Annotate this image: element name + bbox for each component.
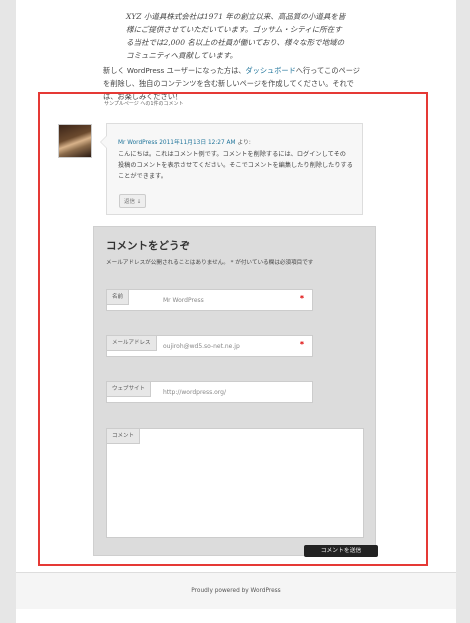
comment-body: こんにちは。これはコメント例です。コメントを削除するには、ログインしてその 投稿… <box>118 151 353 180</box>
email-field-value: oujiroh@wd5.so-net.ne.jp <box>163 343 240 350</box>
website-field[interactable]: ウェブサイト http://wordpress.org/ <box>106 381 313 403</box>
comment-item: Mr WordPress 2011年11月13日 12:27 AM より: こん… <box>100 123 363 215</box>
email-field-label: メールアドレス <box>107 336 157 351</box>
comments-title: サンプルページ への1件のコメント <box>104 101 184 107</box>
comment-form: コメントをどうぞ メールアドレスが公開されることはありません。 * が付いている… <box>93 226 376 556</box>
name-field-value: Mr WordPress <box>163 297 204 304</box>
site-footer: Proudly powered by WordPress <box>16 572 456 609</box>
form-note: メールアドレスが公開されることはありません。 * が付いている欄は必須項目です <box>106 260 314 266</box>
required-icon: * <box>299 294 304 303</box>
submit-comment-button[interactable]: コメントを送信 <box>304 545 378 557</box>
footer-credit: Proudly powered by WordPress <box>191 588 281 594</box>
required-icon: * <box>299 340 304 349</box>
dashboard-link[interactable]: ダッシュボード <box>245 66 295 75</box>
comment-date-link[interactable]: 2011年11月13日 12:27 AM <box>159 140 235 146</box>
comment-textarea-label: コメント <box>107 429 141 444</box>
post-quote: XYZ 小道具株式会社は1971 年の創立以来、高品質の小道具を皆様にご提供させ… <box>126 12 346 60</box>
comment-meta: Mr WordPress 2011年11月13日 12:27 AM より: <box>118 137 251 146</box>
avatar <box>58 124 92 158</box>
comment-says: より: <box>237 140 251 146</box>
website-field-value: http://wordpress.org/ <box>163 389 226 396</box>
email-field[interactable]: メールアドレス oujiroh@wd5.so-net.ne.jp * <box>106 335 313 357</box>
name-field[interactable]: 名前 Mr WordPress * <box>106 289 313 311</box>
form-title: コメントをどうぞ <box>106 240 190 252</box>
comment-author-link[interactable]: Mr WordPress <box>118 140 157 146</box>
name-field-label: 名前 <box>107 290 130 305</box>
website-field-label: ウェブサイト <box>107 382 152 397</box>
intro-text-before: 新しく WordPress ユーザーになった方は、 <box>103 66 246 75</box>
reply-button[interactable]: 返信 ↓ <box>119 194 147 208</box>
comment-textarea[interactable]: コメント <box>106 428 364 538</box>
